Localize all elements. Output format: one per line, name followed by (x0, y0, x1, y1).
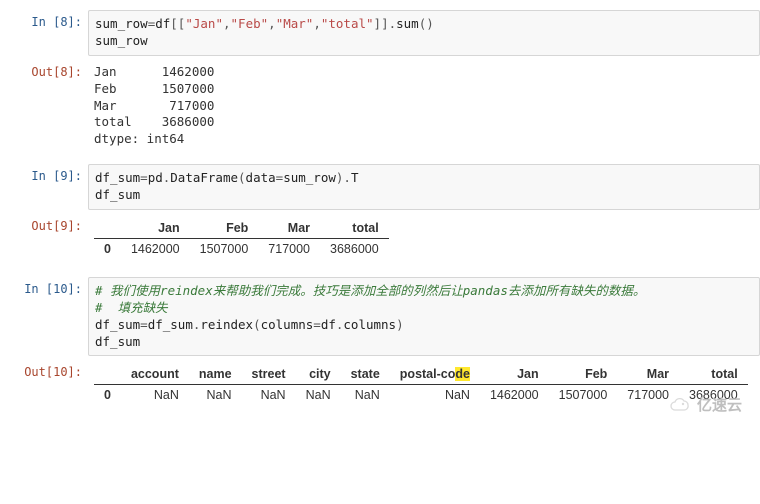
table-cell: NaN (341, 385, 390, 406)
in-prompt: In [10]: (10, 277, 88, 357)
table-row: 0NaNNaNNaNNaNNaNNaN146200015070007170003… (94, 385, 748, 406)
output-cell: Out[8]:Jan 1462000 Feb 1507000 Mar 71700… (10, 60, 760, 150)
column-header: name (189, 364, 242, 385)
index-header (94, 218, 121, 239)
code-input[interactable]: # 我们使用reindex来帮助我们完成。技巧是添加全部的列然后让pandas去… (88, 277, 760, 357)
table-cell: 3686000 (679, 385, 748, 406)
code-input[interactable]: df_sum=pd.DataFrame(data=sum_row).T df_s… (88, 164, 760, 210)
table-cell: NaN (121, 385, 189, 406)
column-header: Jan (480, 364, 549, 385)
column-header: postal-code (390, 364, 480, 385)
table-cell: 1462000 (121, 238, 190, 259)
table-cell: 717000 (617, 385, 679, 406)
output-cell: Out[10]:accountnamestreetcitystatepostal… (10, 360, 760, 409)
table-cell: NaN (296, 385, 341, 406)
code-input[interactable]: sum_row=df[["Jan","Feb","Mar","total"]].… (88, 10, 760, 56)
table-cell: 3686000 (320, 238, 389, 259)
column-header: state (341, 364, 390, 385)
dataframe-table: accountnamestreetcitystatepostal-codeJan… (94, 364, 748, 405)
index-header (94, 364, 121, 385)
column-header: Mar (617, 364, 679, 385)
table-cell: NaN (189, 385, 242, 406)
table-cell: NaN (242, 385, 296, 406)
table-row: 0146200015070007170003686000 (94, 238, 389, 259)
table-cell: NaN (390, 385, 480, 406)
out-prompt: Out[8]: (10, 60, 88, 150)
input-cell: In [10]:# 我们使用reindex来帮助我们完成。技巧是添加全部的列然后… (10, 277, 760, 357)
plain-output: Jan 1462000 Feb 1507000 Mar 717000 total… (88, 60, 760, 150)
table-cell: 1507000 (190, 238, 259, 259)
in-prompt: In [8]: (10, 10, 88, 56)
output-cell: Out[9]:JanFebMartotal0146200015070007170… (10, 214, 760, 263)
out-prompt: Out[9]: (10, 214, 88, 263)
out-prompt: Out[10]: (10, 360, 88, 409)
row-index: 0 (94, 385, 121, 406)
in-prompt: In [9]: (10, 164, 88, 210)
column-header: Feb (190, 218, 259, 239)
column-header: city (296, 364, 341, 385)
column-header: Jan (121, 218, 190, 239)
column-header: total (320, 218, 389, 239)
column-header: total (679, 364, 748, 385)
column-header: street (242, 364, 296, 385)
input-cell: In [9]:df_sum=pd.DataFrame(data=sum_row)… (10, 164, 760, 210)
column-header: Feb (549, 364, 618, 385)
table-cell: 1462000 (480, 385, 549, 406)
table-cell: 1507000 (549, 385, 618, 406)
table-cell: 717000 (258, 238, 320, 259)
column-header: account (121, 364, 189, 385)
input-cell: In [8]:sum_row=df[["Jan","Feb","Mar","to… (10, 10, 760, 56)
dataframe-table: JanFebMartotal01462000150700071700036860… (94, 218, 389, 259)
column-header: Mar (258, 218, 320, 239)
row-index: 0 (94, 238, 121, 259)
